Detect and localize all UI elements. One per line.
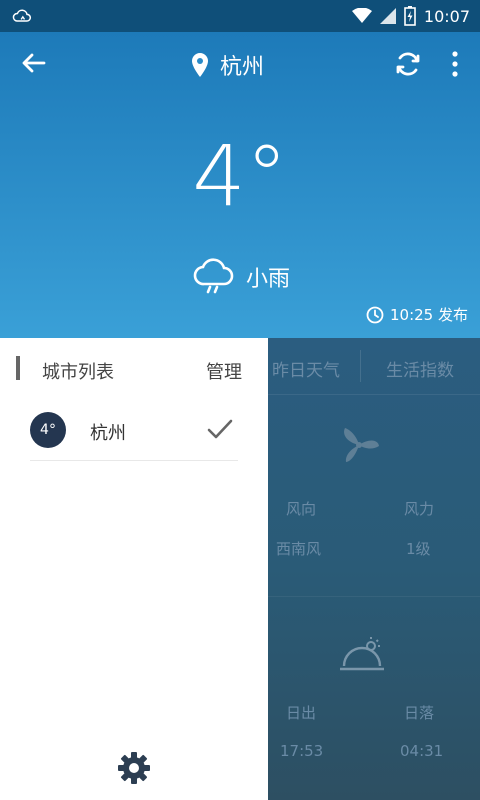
arrow-left-icon[interactable] bbox=[18, 48, 48, 78]
cloud-rain-icon bbox=[193, 258, 234, 294]
tab-yesterday[interactable]: 昨日天气 bbox=[272, 356, 340, 381]
status-time: 10:07 bbox=[423, 6, 470, 26]
wind-fan-icon bbox=[344, 428, 379, 462]
city-temp-badge: 4° bbox=[30, 412, 66, 448]
city-list-item[interactable]: 4° 杭州 bbox=[0, 404, 268, 460]
publish-time: 10:25 发布 bbox=[366, 304, 468, 325]
sunrise-label: 日出 bbox=[286, 704, 317, 722]
tab-life-index[interactable]: 生活指数 bbox=[386, 356, 454, 381]
location-pin-icon bbox=[192, 53, 208, 77]
drawer-title-accent bbox=[16, 356, 20, 380]
weather-condition: 小雨 bbox=[192, 258, 290, 296]
clock-icon bbox=[366, 306, 384, 323]
gear-icon[interactable] bbox=[116, 750, 152, 786]
check-icon bbox=[207, 419, 233, 439]
cloud-sync-icon bbox=[12, 9, 31, 22]
status-bar: 10:07 bbox=[0, 0, 480, 32]
city-divider bbox=[30, 460, 238, 461]
publish-time-text: 10:25 发布 bbox=[390, 306, 468, 324]
refresh-icon[interactable] bbox=[392, 48, 424, 80]
wind-force-value: 1级 bbox=[406, 540, 431, 558]
signal-icon bbox=[379, 8, 396, 24]
condition-text: 小雨 bbox=[246, 267, 291, 292]
current-temperature: 4° bbox=[192, 127, 288, 225]
more-vertical-icon[interactable] bbox=[446, 48, 464, 80]
manage-button[interactable]: 管理 bbox=[206, 358, 242, 384]
weather-header: 杭州 4° 小雨 10:25 发布 bbox=[0, 32, 480, 338]
wind-direction-label: 风向 bbox=[286, 500, 317, 518]
sunset-label: 日落 bbox=[404, 704, 435, 722]
wind-force-label: 风力 bbox=[404, 500, 435, 518]
section-divider bbox=[268, 596, 480, 597]
battery-icon bbox=[404, 6, 416, 26]
city-list-name: 杭州 bbox=[90, 423, 126, 444]
sunset-value: 04:31 bbox=[400, 742, 444, 760]
sunrise-value: 17:53 bbox=[280, 742, 324, 760]
city-drawer: 城市列表 管理 4° 杭州 bbox=[0, 338, 268, 800]
tab-divider bbox=[360, 350, 361, 382]
wind-direction-value: 西南风 bbox=[276, 540, 322, 558]
location-title: 杭州 bbox=[190, 49, 264, 81]
sunrise-icon bbox=[340, 637, 384, 671]
toolbar: 杭州 bbox=[0, 32, 480, 94]
drawer-title: 城市列表 bbox=[42, 362, 114, 383]
wifi-icon bbox=[351, 8, 372, 23]
city-name: 杭州 bbox=[220, 55, 265, 80]
